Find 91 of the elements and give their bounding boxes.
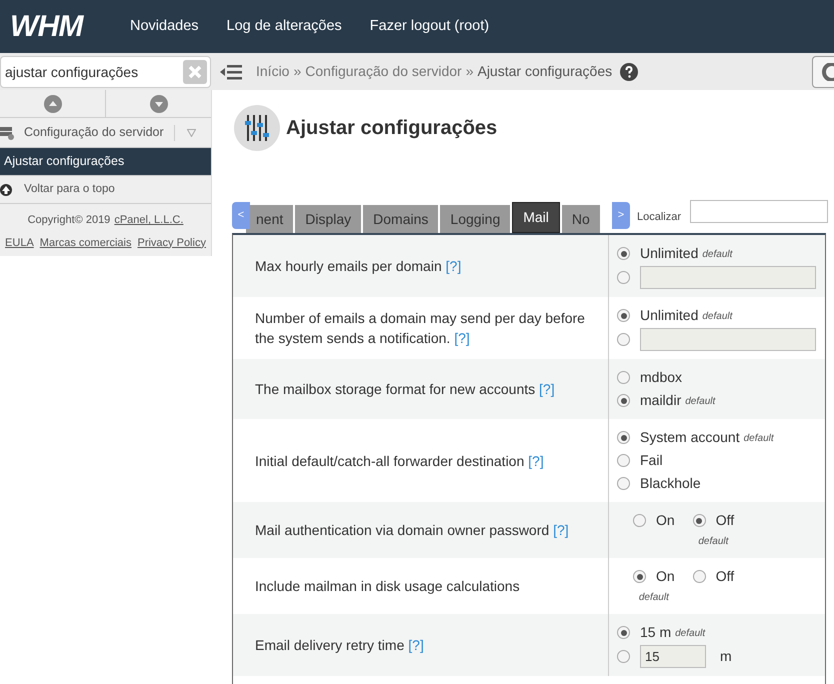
setting-label: Mail authentication via domain owner password [?] bbox=[255, 521, 569, 540]
radio-button[interactable] bbox=[617, 431, 630, 444]
breadcrumb-link[interactable]: Início bbox=[256, 61, 290, 82]
radio-button[interactable] bbox=[617, 309, 630, 322]
option-label: Blackhole bbox=[640, 474, 701, 493]
option-label: Unlimited bbox=[640, 244, 698, 263]
server-icon bbox=[0, 126, 14, 140]
option-label: System account bbox=[640, 428, 740, 447]
collapse-up-icon[interactable] bbox=[44, 94, 62, 112]
footer-link[interactable]: Marcas comerciais bbox=[40, 234, 132, 251]
default-note: default bbox=[685, 395, 716, 409]
back-to-top-link[interactable]: Voltar para o topo bbox=[24, 180, 115, 198]
radio-button[interactable] bbox=[633, 514, 646, 527]
radio-button[interactable] bbox=[617, 477, 630, 490]
option-label: mdbox bbox=[640, 368, 682, 387]
text-field[interactable]: 15 bbox=[640, 645, 706, 668]
radio-button[interactable] bbox=[617, 271, 630, 284]
default-note: default bbox=[744, 432, 774, 446]
option-label: Off bbox=[716, 567, 734, 586]
setting-label: Email delivery retry time [?] bbox=[255, 636, 424, 655]
footer-link[interactable]: EULA bbox=[5, 234, 34, 251]
default-note: default bbox=[702, 310, 732, 324]
radio-button[interactable] bbox=[617, 247, 630, 260]
menu-icon[interactable] bbox=[220, 62, 242, 80]
nav-link[interactable]: Log de alterações bbox=[226, 16, 342, 38]
breadcrumb-separator: » bbox=[466, 62, 474, 81]
arrow-up-icon bbox=[0, 184, 12, 196]
radio-button[interactable] bbox=[617, 371, 630, 384]
tab[interactable]: Mail bbox=[512, 202, 560, 233]
tab-scroll-left-button[interactable]: < bbox=[232, 202, 250, 229]
tab[interactable]: Domains bbox=[363, 205, 438, 233]
nav-link[interactable]: Fazer logout (root) bbox=[370, 16, 490, 38]
clear-icon[interactable] bbox=[183, 60, 207, 84]
default-note: default bbox=[698, 535, 728, 549]
radio-button[interactable] bbox=[692, 570, 706, 583]
sidebar-item[interactable]: Ajustar configurações bbox=[0, 148, 211, 176]
help-link[interactable]: [?] bbox=[446, 258, 462, 274]
find-field[interactable] bbox=[690, 200, 828, 223]
setting-label: Initial default/catch-all forwarder destination [?] bbox=[255, 452, 544, 470]
tab[interactable]: Display bbox=[295, 205, 362, 233]
radio-button[interactable] bbox=[617, 650, 630, 663]
tab[interactable]: Logging bbox=[440, 205, 510, 233]
text-field[interactable] bbox=[640, 266, 816, 289]
support-button[interactable] bbox=[812, 56, 834, 88]
option-label: On bbox=[656, 567, 675, 586]
radio-button[interactable] bbox=[617, 394, 630, 407]
footer-link[interactable]: Privacy Policy bbox=[137, 234, 206, 251]
nav-link[interactable]: Novidades bbox=[130, 16, 199, 38]
search-field[interactable]: ajustar configurações bbox=[0, 56, 211, 88]
option-label: Off bbox=[716, 511, 734, 530]
unit-label: m bbox=[720, 647, 732, 666]
help-link[interactable]: [?] bbox=[553, 522, 569, 538]
help-link[interactable]: [?] bbox=[454, 330, 470, 346]
default-note: default bbox=[702, 248, 732, 262]
caret-icon[interactable] bbox=[186, 128, 196, 136]
cpanel-link[interactable]: cPanel, L.L.C. bbox=[114, 212, 184, 228]
page-title: Ajustar configurações bbox=[286, 116, 498, 141]
breadcrumb-separator: » bbox=[293, 62, 302, 81]
help-link[interactable]: [?] bbox=[539, 381, 555, 397]
setting-label: The mailbox storage format for new accounts [?] bbox=[255, 380, 555, 399]
lifebuoy-icon bbox=[820, 62, 834, 80]
radio-button[interactable] bbox=[633, 570, 646, 583]
option-label: 15 m bbox=[640, 623, 672, 642]
breadcrumb-link[interactable]: Configuração do servidor bbox=[305, 61, 462, 82]
radio-button[interactable] bbox=[617, 333, 630, 346]
setting-label: Include mailman in disk usage calculations bbox=[255, 577, 520, 596]
whm-logo[interactable]: WHM bbox=[10, 4, 110, 49]
radio-button[interactable] bbox=[692, 514, 706, 527]
find-label: Localizar bbox=[637, 210, 682, 225]
setting-label: Max hourly emails per domain [?] bbox=[255, 257, 462, 276]
setting-label: Number of emails a domain may send per day before the system sends a notification. [?] bbox=[255, 309, 586, 348]
radio-button[interactable] bbox=[617, 454, 630, 467]
option-label: Fail bbox=[640, 451, 663, 470]
copyright-text: Copyright© 2019 bbox=[28, 213, 110, 228]
help-icon[interactable] bbox=[620, 62, 638, 80]
tab-scroll-right-button[interactable]: > bbox=[612, 202, 630, 229]
help-link[interactable]: [?] bbox=[408, 637, 424, 653]
text-field[interactable] bbox=[640, 328, 816, 351]
default-note: default bbox=[638, 591, 669, 605]
tab[interactable]: No bbox=[562, 205, 600, 233]
breadcrumb-current: Ajustar configurações bbox=[477, 62, 612, 81]
option-label: Unlimited bbox=[640, 306, 698, 325]
default-note: default bbox=[675, 627, 706, 641]
tab[interactable]: nent bbox=[246, 205, 294, 233]
settings-sliders-icon bbox=[234, 105, 280, 151]
sidebar-category[interactable]: Configuração do servidor bbox=[24, 123, 164, 142]
expand-down-icon[interactable] bbox=[150, 94, 168, 112]
radio-button[interactable] bbox=[617, 626, 630, 639]
option-label: On bbox=[656, 511, 675, 530]
help-link[interactable]: [?] bbox=[528, 452, 544, 468]
option-label: maildir bbox=[640, 391, 682, 410]
